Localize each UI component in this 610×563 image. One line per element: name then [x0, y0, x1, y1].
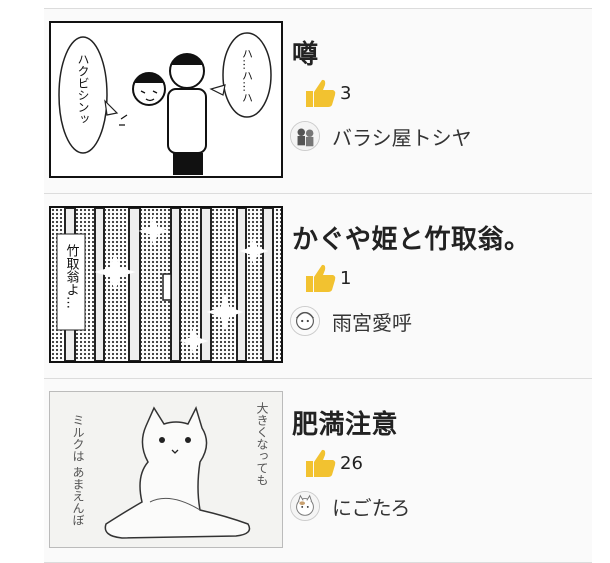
panel-text-left: ミルクは あまえんぼ: [71, 414, 85, 526]
author-name[interactable]: にごたろ: [332, 492, 410, 521]
post-thumbnail[interactable]: 竹取翁よ…: [49, 206, 283, 363]
post-title[interactable]: かぐや姫と竹取翁。: [292, 219, 531, 256]
list-item[interactable]: ハクビシンッ ハ…ハ…ハ 噂 3 バラシ屋トシヤ: [44, 8, 592, 193]
manga-panel-image: ミルクは あまえんぼ 大きくなっても: [50, 392, 282, 547]
post-thumbnail[interactable]: ハクビシンッ ハ…ハ…ハ: [49, 21, 283, 178]
list-item[interactable]: 竹取翁よ… かぐや姫と竹取翁。 1 雨宮愛呼: [44, 193, 592, 378]
speech-text-left: ハクビシンッ: [76, 53, 90, 125]
post-title[interactable]: 肥満注意: [292, 404, 398, 441]
like-count: 1: [340, 267, 352, 289]
thumbs-up-icon[interactable]: [302, 262, 338, 294]
author-info[interactable]: 雨宮愛呼: [290, 306, 412, 336]
author-name[interactable]: バラシ屋トシヤ: [332, 122, 472, 151]
like-counter[interactable]: 26: [302, 447, 363, 479]
post-thumbnail[interactable]: ミルクは あまえんぼ 大きくなっても: [49, 391, 283, 548]
author-info[interactable]: バラシ屋トシヤ: [290, 121, 472, 151]
post-title[interactable]: 噂: [292, 34, 319, 71]
thumbs-up-icon[interactable]: [302, 77, 338, 109]
like-counter[interactable]: 1: [302, 262, 351, 294]
manga-panel-image: ハクビシンッ ハ…ハ…ハ: [51, 23, 281, 176]
list-item[interactable]: ミルクは あまえんぼ 大きくなっても 肥満注意 26 にごたろ: [44, 378, 592, 563]
like-counter[interactable]: 3: [302, 77, 351, 109]
avatar[interactable]: [290, 491, 320, 521]
post-list: ハクビシンッ ハ…ハ…ハ 噂 3 バラシ屋トシヤ 竹取翁よ… かぐや姫と竹取翁。…: [44, 8, 592, 563]
panel-text-right: 大きくなっても: [255, 402, 269, 486]
thumbs-up-icon[interactable]: [302, 447, 338, 479]
avatar[interactable]: [290, 121, 320, 151]
like-count: 3: [340, 82, 352, 104]
manga-panel-image: 竹取翁よ…: [51, 208, 281, 361]
author-name[interactable]: 雨宮愛呼: [332, 307, 412, 336]
speech-text-right: ハ…ハ…ハ: [241, 48, 254, 103]
panel-text: 竹取翁よ…: [64, 244, 80, 309]
like-count: 26: [340, 452, 363, 474]
author-info[interactable]: にごたろ: [290, 491, 410, 521]
avatar[interactable]: [290, 306, 320, 336]
